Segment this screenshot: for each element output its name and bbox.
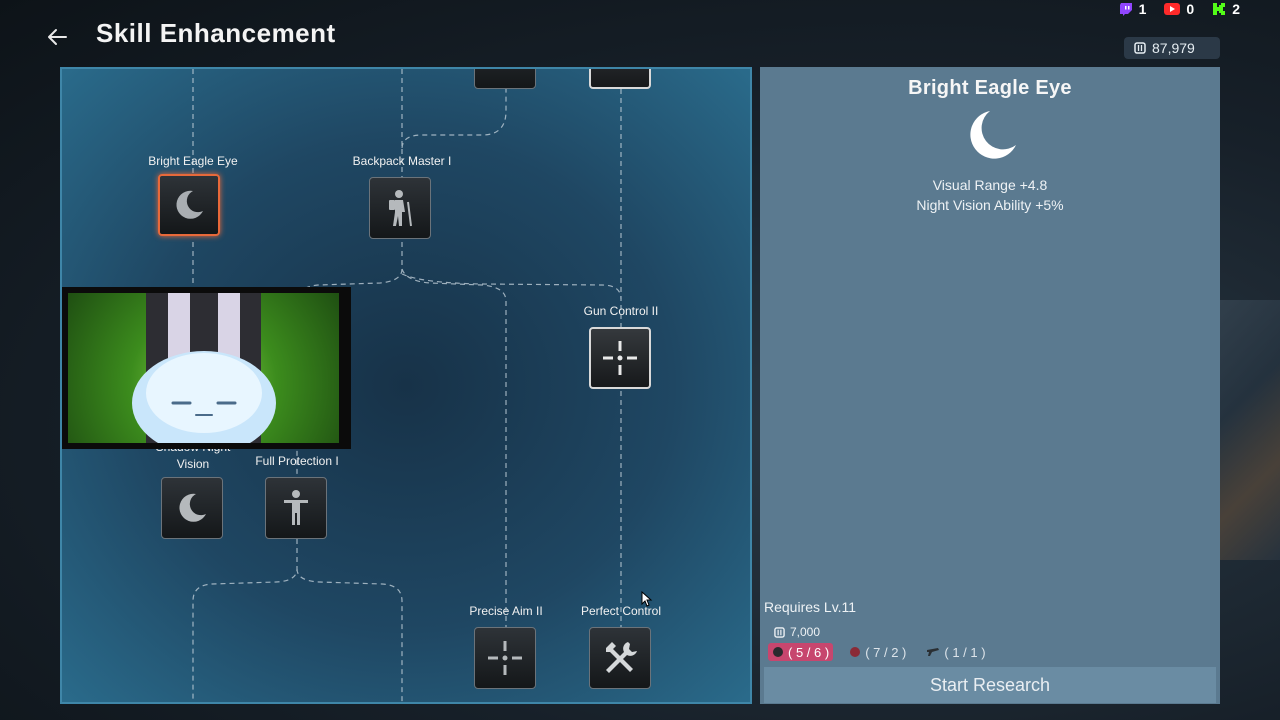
material-count: ( 7 / 2 ) [865,644,907,660]
cost-amount: 7,000 [790,625,821,639]
crosshair-icon [488,641,522,675]
skill-node-precise-aim-button[interactable] [474,627,536,689]
background-scene [1210,300,1280,560]
moon-icon [970,111,1016,159]
kick-count: 2 [1232,1,1240,17]
skill-node-gun-control-button[interactable] [589,327,651,389]
crosshair-icon [603,341,637,375]
top-bar: Skill Enhancement 1 0 2 87,979 [0,0,1280,70]
skill-label: Perfect Control [580,604,662,618]
mouse-cursor-icon [641,591,653,607]
gun-part-icon [927,648,940,656]
currency-amount: 87,979 [1152,40,1195,56]
skill-label: Full Protection I [255,454,339,468]
red-material-icon [850,647,861,657]
material-requirements: ( 5 / 6 ) ( 7 / 2 ) ( 1 / 1 ) [768,643,990,661]
skill-label: Bright Eagle Eye [148,154,238,168]
material-count: ( 5 / 6 ) [788,644,830,660]
twitch-counter: 1 [1119,0,1147,18]
arrow-left-icon [48,29,67,45]
moon-icon [179,493,206,522]
level-requirement: Requires Lv.11 [764,599,857,615]
kick-counter: 2 [1212,0,1240,18]
person-icon [284,490,308,525]
skill-label: Backpack Master I [352,154,452,168]
material-item: ( 7 / 2 ) [845,643,910,661]
coin-icon [1134,42,1146,54]
slime-avatar-icon [132,293,276,443]
skill-node-backpack-master-button[interactable] [369,177,431,239]
skill-node-shadow-night-vision-button[interactable] [161,477,223,539]
material-count: ( 1 / 1 ) [944,644,986,660]
twitch-icon [1119,3,1132,16]
kick-icon [1213,3,1226,15]
material-item: ( 1 / 1 ) [922,643,989,661]
webcam-overlay [62,287,351,449]
research-cost: 7,000 [774,625,820,639]
start-research-button[interactable]: Start Research [764,667,1216,703]
stream-counters: 1 0 2 [1119,0,1240,18]
skill-node-perfect-control-button[interactable] [589,627,651,689]
page-title: Skill Enhancement [96,18,336,48]
back-button[interactable] [40,20,74,54]
skill-stats: Visual Range +4.8 Night Vision Ability +… [760,175,1220,215]
twitch-count: 1 [1138,1,1147,17]
webcam-feed [68,293,339,443]
material-item: ( 5 / 6 ) [768,643,834,661]
skill-node-full-protection-button[interactable] [265,477,327,539]
skill-detail-panel: Bright Eagle Eye Visual Range +4.8 Night… [760,67,1220,704]
dark-material-icon [773,647,783,657]
youtube-counter: 0 [1164,0,1194,18]
youtube-icon [1164,3,1181,15]
crosshair-node-partial-1[interactable] [474,69,536,89]
skill-label: Precise Aim II [469,604,543,618]
stat-visual-range: Visual Range +4.8 [932,177,1048,193]
skill-node-bright-eagle-eye-button[interactable] [158,174,220,236]
skill-label: Gun Control II [583,304,659,318]
crosshair-node-partial-2[interactable] [589,69,651,89]
stat-night-vision: Night Vision Ability +5% [916,197,1064,213]
coin-icon [774,626,785,638]
skill-tree-panel[interactable]: Bright Eagle Eye Backpack Master I Gun C… [60,67,752,704]
moon-icon [176,190,203,219]
skill-detail-title: Bright Eagle Eye [908,77,1072,99]
tools-icon [606,642,637,673]
youtube-count: 0 [1186,1,1195,17]
currency-display: 87,979 [1124,37,1220,59]
hiker-icon [389,190,412,227]
